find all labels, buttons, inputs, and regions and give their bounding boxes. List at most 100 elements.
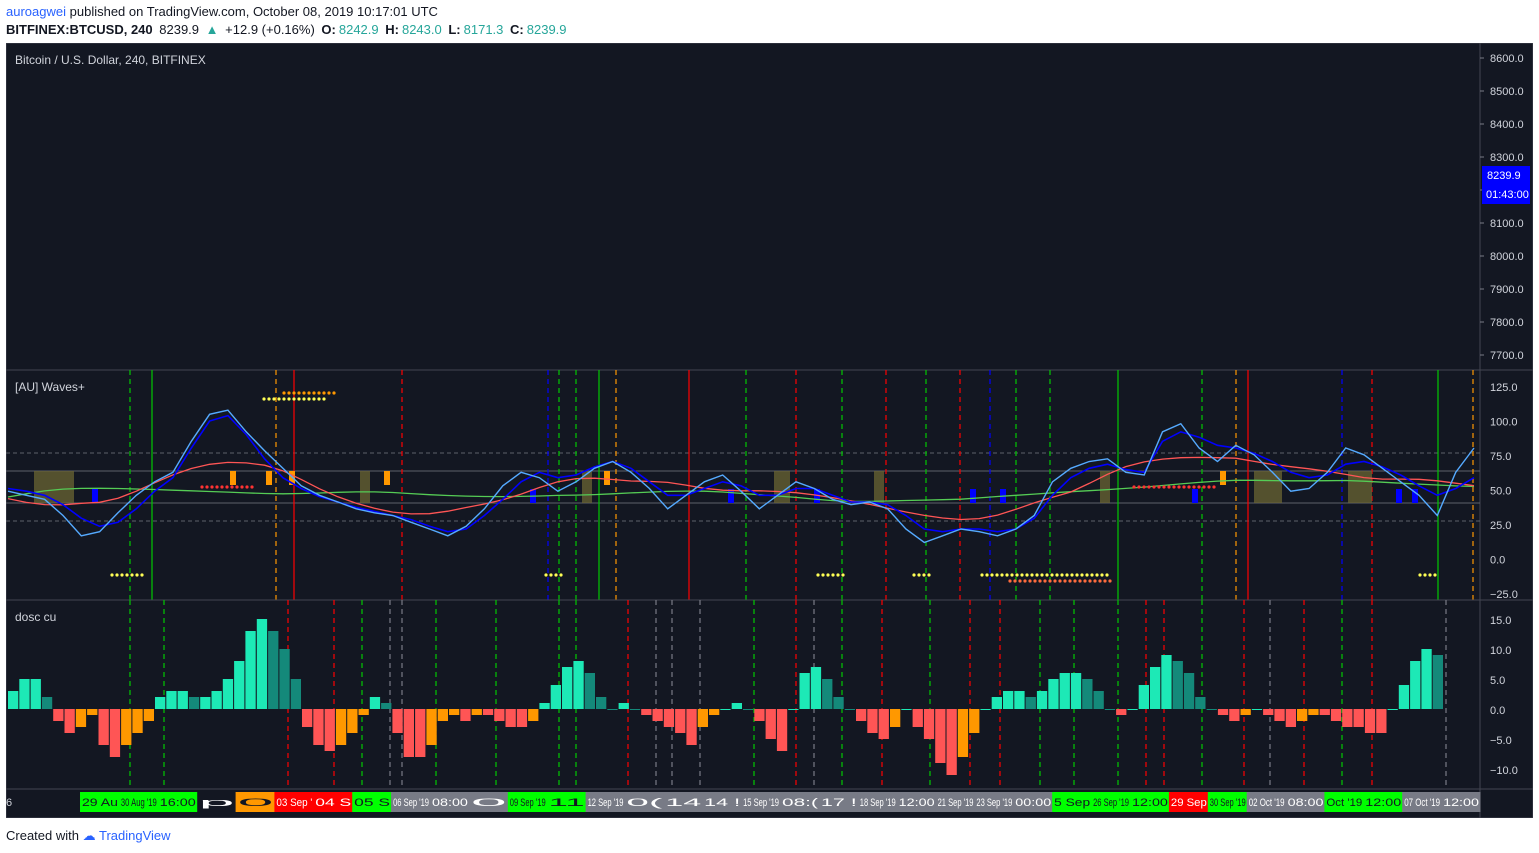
dosc-tick-label: 10.0 — [1490, 645, 1511, 657]
time-label: 03 Sep ' — [276, 797, 312, 809]
time-label: 08:00 — [1288, 797, 1324, 809]
histogram-bar — [1014, 691, 1025, 709]
histogram-bar — [1093, 691, 1104, 709]
histogram-bar — [822, 679, 833, 709]
marker-dot — [1095, 573, 1099, 577]
histogram-bar — [629, 709, 641, 710]
marker-dot — [200, 485, 204, 489]
marker-dot — [210, 485, 214, 489]
marker-dot — [559, 573, 563, 577]
symbol-name[interactable]: BITFINEX:BTCUSD, 240 — [6, 22, 153, 37]
histogram-bar — [166, 691, 177, 709]
marker-dot — [277, 397, 281, 401]
histogram-bar — [335, 709, 347, 745]
marker-dot — [322, 397, 326, 401]
marker-dot — [312, 397, 316, 401]
histogram-bar — [969, 709, 980, 733]
marker-dot — [831, 573, 835, 577]
marker-dot — [1142, 485, 1146, 489]
histogram-bar — [1353, 709, 1364, 727]
histogram-bar — [87, 709, 98, 715]
marker-dot — [816, 573, 820, 577]
price-tick-label: 8600.0 — [1490, 53, 1524, 65]
publisher-link[interactable]: auroagwei — [6, 4, 66, 19]
histogram-bar — [584, 673, 595, 709]
time-label: 15 Sep '19 — [743, 797, 779, 809]
marker-dot — [1088, 579, 1092, 583]
histogram-bar — [528, 709, 539, 721]
histogram-bar — [53, 709, 64, 721]
dosc-pane-title: dosc cu — [15, 610, 56, 624]
tradingview-link[interactable]: TradingView — [99, 828, 171, 843]
histogram-bar — [403, 709, 414, 757]
histogram-bar — [946, 709, 957, 775]
histogram-bar — [743, 709, 754, 710]
histogram-bar — [562, 667, 573, 709]
time-label: 0 — [471, 797, 507, 809]
histogram-bar — [573, 661, 584, 709]
histogram-bar — [256, 619, 268, 709]
marker-dot — [130, 573, 134, 577]
histogram-bar — [1229, 709, 1240, 721]
histogram-bar — [1432, 655, 1443, 709]
histogram-bar — [788, 709, 799, 710]
open-value: 8242.9 — [338, 22, 379, 37]
marker-dot — [922, 573, 926, 577]
marker-dot — [1177, 485, 1181, 489]
waves-tick-label: −25.0 — [1490, 589, 1518, 601]
waves-tick-label: 125.0 — [1490, 382, 1518, 394]
up-arrow-icon: ▲ — [205, 22, 219, 37]
histogram-bar — [1240, 709, 1251, 715]
signal-bar — [1396, 489, 1402, 503]
histogram-bar — [449, 709, 460, 715]
time-label: 29 Sep — [1171, 797, 1207, 809]
marker-dot — [1015, 573, 1019, 577]
price-tick-label: 8300.0 — [1490, 152, 1524, 164]
marker-dot — [1083, 579, 1087, 583]
waves-pane-title: [AU] Waves+ — [15, 380, 85, 394]
histogram-bar — [1342, 709, 1353, 727]
histogram-bar — [1082, 679, 1093, 709]
histogram-bar — [98, 709, 109, 745]
histogram-bar — [1274, 709, 1285, 721]
marker-dot — [1048, 579, 1052, 583]
marker-dot — [220, 485, 224, 489]
high-label: H: — [385, 22, 399, 37]
dosc-tick-label: −10.0 — [1490, 765, 1518, 777]
histogram-bar — [1059, 673, 1070, 709]
chart-canvas[interactable]: Bitcoin / U.S. Dollar, 240, BITFINEX 860… — [6, 43, 1533, 818]
histogram-bar — [109, 709, 121, 757]
marker-dot — [327, 391, 331, 395]
histogram-bar — [935, 709, 946, 763]
histogram-bar — [1263, 709, 1274, 715]
marker-dot — [1005, 573, 1009, 577]
close-value: 8239.9 — [526, 22, 567, 37]
histogram-bar — [856, 709, 867, 721]
histogram-bar — [878, 709, 889, 739]
marker-dot — [1040, 573, 1044, 577]
time-label: Oct '19 — [1326, 797, 1362, 809]
footer: Created with ☁ TradingView — [6, 828, 171, 844]
low-value: 8171.3 — [463, 22, 504, 37]
marker-dot — [317, 397, 321, 401]
time-label: 29 Au — [82, 797, 118, 809]
histogram-bar — [313, 709, 324, 745]
marker-dot — [1018, 579, 1022, 583]
dosc-tick-label: 15.0 — [1490, 615, 1511, 627]
histogram-bar — [245, 631, 256, 709]
price-tick-label: 8500.0 — [1490, 86, 1524, 98]
histogram-bar — [641, 709, 652, 715]
histogram-bar — [437, 709, 448, 721]
histogram-bar — [381, 703, 392, 709]
time-label: 21 Sep '19 — [938, 797, 974, 809]
time-label: 08:00 — [432, 797, 468, 809]
marker-dot — [235, 485, 239, 489]
histogram-bar — [923, 709, 935, 739]
marker-dot — [230, 485, 234, 489]
marker-dot — [1147, 485, 1151, 489]
marker-dot — [307, 391, 311, 395]
time-label: 05 S — [354, 797, 390, 809]
histogram-bar — [234, 661, 245, 709]
marker-dot — [1172, 485, 1176, 489]
marker-dot — [1013, 579, 1017, 583]
